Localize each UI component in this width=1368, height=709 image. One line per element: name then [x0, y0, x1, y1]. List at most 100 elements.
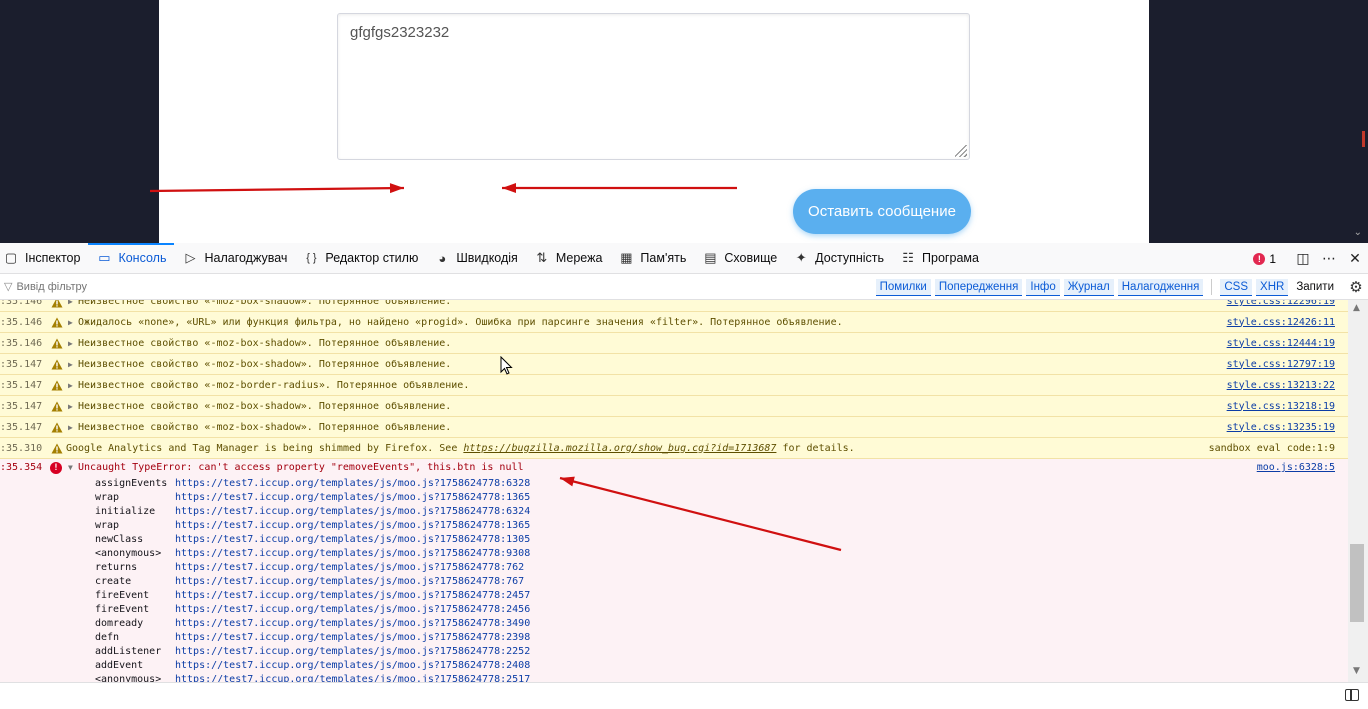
source-location[interactable]: style.css:13218:19 — [1227, 401, 1335, 412]
frame-url[interactable]: https://test7.iccup.org/templates/js/moo… — [175, 604, 530, 615]
stack-frame[interactable]: wrap https://test7.iccup.org/templates/js… — [95, 518, 1348, 532]
expand-triangle-icon[interactable]: ▶ — [68, 381, 78, 390]
editor-mode-icon[interactable] — [1345, 689, 1359, 701]
tab-storage[interactable]: ▤ Сховище — [694, 243, 785, 274]
frame-url[interactable]: https://test7.iccup.org/templates/js/moo… — [175, 520, 530, 531]
console-warning-row[interactable]: :35.147 ▶ Неизвестное свойство «-moz-borde… — [0, 375, 1348, 396]
tab-console[interactable]: ▭ Консоль — [88, 242, 175, 274]
expand-triangle-icon[interactable]: ▶ — [68, 300, 78, 306]
expand-triangle-icon[interactable]: ▶ — [68, 360, 78, 369]
tab-application[interactable]: ☷ Програма — [892, 243, 987, 274]
stack-frame[interactable]: wrap https://test7.iccup.org/templates/js… — [95, 490, 1348, 504]
filter-button[interactable]: Інфо — [1026, 278, 1060, 296]
message-text: Неизвестное свойство «-moz-border-radius… — [78, 379, 470, 391]
tab-label: Доступність — [815, 251, 885, 265]
stack-frame[interactable]: fireEvent https://test7.iccup.org/templat… — [95, 602, 1348, 616]
expand-triangle-icon[interactable]: ▼ — [68, 463, 78, 472]
filter-input[interactable] — [16, 280, 317, 293]
frame-url[interactable]: https://test7.iccup.org/templates/js/moo… — [175, 576, 524, 587]
site-scrollbar[interactable]: ⌄ — [1348, 0, 1368, 243]
tab-accessibility[interactable]: ✦ Доступність — [785, 243, 892, 274]
stack-frame[interactable]: defn https://test7.iccup.org/templates/js… — [95, 630, 1348, 644]
frame-url[interactable]: https://test7.iccup.org/templates/js/moo… — [175, 562, 524, 573]
expand-triangle-icon[interactable]: ▶ — [68, 423, 78, 432]
expand-triangle-icon[interactable]: ▶ — [68, 318, 78, 327]
expand-triangle-icon[interactable]: ▶ — [68, 339, 78, 348]
source-location[interactable]: style.css:13235:19 — [1227, 422, 1335, 433]
console-warning-row[interactable]: :35.147 ▶ Неизвестное свойство «-moz-box-s… — [0, 354, 1348, 375]
console-scrollbar[interactable]: ▲ ▼ — [1348, 300, 1368, 682]
console-input[interactable] — [0, 682, 1368, 709]
function-name: create — [95, 575, 132, 587]
dock-side-icon[interactable]: ◫ — [1290, 243, 1316, 274]
stack-frame[interactable]: fireEvent https://test7.iccup.org/templat… — [95, 588, 1348, 602]
console-error-row[interactable]: :35.354 ! ▼ Uncaught TypeError: can't ac… — [0, 459, 1348, 476]
frame-url[interactable]: https://test7.iccup.org/templates/js/moo… — [175, 548, 530, 559]
filter-button[interactable]: Журнал — [1063, 278, 1114, 296]
tab-performance[interactable]: ◕ Швидкодія — [426, 243, 526, 274]
tab-inspector[interactable]: ▢ Інспектор — [0, 243, 88, 274]
frame-url[interactable]: https://test7.iccup.org/templates/js/moo… — [175, 660, 530, 671]
scroll-up-icon[interactable]: ▲ — [1353, 303, 1360, 313]
scroll-thumb[interactable] — [1350, 544, 1364, 622]
frame-url[interactable]: https://test7.iccup.org/templates/js/moo… — [175, 674, 530, 683]
frame-url[interactable]: https://test7.iccup.org/templates/js/moo… — [175, 632, 530, 643]
console-warning-row[interactable]: :35.146 ▶ Неизвестное свойство «-moz-box-s… — [0, 333, 1348, 354]
bugzilla-link[interactable]: https://bugzilla.mozilla.org/show_bug.cg… — [463, 443, 776, 454]
stack-frame[interactable]: <anonymous> https://test7.iccup.org/templ… — [95, 672, 1348, 683]
stack-frame[interactable]: initialize https://test7.iccup.org/templa… — [95, 504, 1348, 518]
filter-button[interactable]: CSS — [1220, 278, 1253, 296]
stack-frame[interactable]: newClass https://test7.iccup.org/template… — [95, 532, 1348, 546]
scroll-down-icon[interactable]: ▼ — [1353, 666, 1360, 676]
frame-url[interactable]: https://test7.iccup.org/templates/js/moo… — [175, 492, 530, 503]
close-icon[interactable]: ✕ — [1342, 243, 1368, 274]
console-warning-row[interactable]: :35.146 ▶ Неизвестное свойство «-moz-box-s… — [0, 300, 1348, 312]
stack-frame[interactable]: <anonymous> https://test7.iccup.org/templ… — [95, 546, 1348, 560]
requests-button[interactable]: Запити — [1292, 279, 1338, 295]
stack-frame[interactable]: addEvent https://test7.iccup.org/template… — [95, 658, 1348, 672]
filter-button[interactable]: Попередження — [934, 278, 1023, 296]
tab-style-editor[interactable]: { } Редактор стилю — [295, 243, 426, 274]
tab-label: Інспектор — [25, 251, 81, 265]
frame-url[interactable]: https://test7.iccup.org/templates/js/moo… — [175, 534, 530, 545]
stack-frame[interactable]: addListener https://test7.iccup.org/templ… — [95, 644, 1348, 658]
source-location[interactable]: style.css:12296:19 — [1227, 300, 1335, 307]
tab-memory[interactable]: ▦ Пам'ять — [610, 243, 694, 274]
more-menu-icon[interactable]: ⋯ — [1316, 243, 1342, 274]
frame-url[interactable]: https://test7.iccup.org/templates/js/moo… — [175, 646, 530, 657]
source-location[interactable]: style.css:12797:19 — [1227, 359, 1335, 370]
message-text: Неизвестное свойство «-moz-box-shadow». … — [78, 421, 452, 433]
chevron-down-icon[interactable]: ⌄ — [1354, 227, 1362, 238]
message-textarea[interactable]: gfgfgs2323232 — [337, 13, 970, 160]
filter-button[interactable]: Помилки — [875, 278, 931, 296]
stack-frame[interactable]: domready https://test7.iccup.org/template… — [95, 616, 1348, 630]
frame-url[interactable]: https://test7.iccup.org/templates/js/moo… — [175, 478, 530, 489]
stack-frame[interactable]: create https://test7.iccup.org/templates/… — [95, 574, 1348, 588]
tab-debugger[interactable]: ▷ Налагоджувач — [174, 243, 295, 274]
error-counter[interactable]: ! 1 — [1253, 252, 1276, 266]
timestamp: :35.147 — [0, 421, 43, 433]
console-warning-row[interactable]: :35.146 ▶ Ожидалось «none», «URL» или функ… — [0, 312, 1348, 333]
resize-grip-icon[interactable] — [955, 145, 967, 157]
filter-button[interactable]: Налагодження — [1117, 278, 1204, 296]
stack-frame[interactable]: assignEvents https://test7.iccup.org/temp… — [95, 476, 1348, 490]
tab-network[interactable]: ⇅ Мережа — [526, 243, 611, 274]
frame-url[interactable]: https://test7.iccup.org/templates/js/moo… — [175, 590, 530, 601]
function-name: fireEvent — [95, 589, 150, 601]
expand-triangle-icon[interactable]: ▶ — [68, 402, 78, 411]
frame-url[interactable]: https://test7.iccup.org/templates/js/moo… — [175, 618, 530, 629]
source-location[interactable]: moo.js:6328:5 — [1257, 462, 1335, 473]
source-location[interactable]: sandbox eval code:1:9 — [1209, 443, 1335, 454]
source-location[interactable]: style.css:12444:19 — [1227, 338, 1335, 349]
console-warning-row[interactable]: :35.147 ▶ Неизвестное свойство «-moz-box-s… — [0, 417, 1348, 438]
console-warning-row[interactable]: :35.147 ▶ Неизвестное свойство «-moz-box-s… — [0, 396, 1348, 417]
source-location[interactable]: style.css:12426:11 — [1227, 317, 1335, 328]
stack-frame[interactable]: returns https://test7.iccup.org/templates… — [95, 560, 1348, 574]
submit-message-button[interactable]: Оставить сообщение — [793, 189, 971, 234]
source-location[interactable]: style.css:13213:22 — [1227, 380, 1335, 391]
memory-icon: ▦ — [620, 250, 633, 265]
filter-button[interactable]: XHR — [1256, 278, 1289, 296]
console-warning-ga[interactable]: :35.310 Google Analytics and Tag Manager… — [0, 438, 1348, 459]
frame-url[interactable]: https://test7.iccup.org/templates/js/moo… — [175, 506, 530, 517]
gear-icon[interactable]: ⚙ — [1344, 278, 1368, 296]
